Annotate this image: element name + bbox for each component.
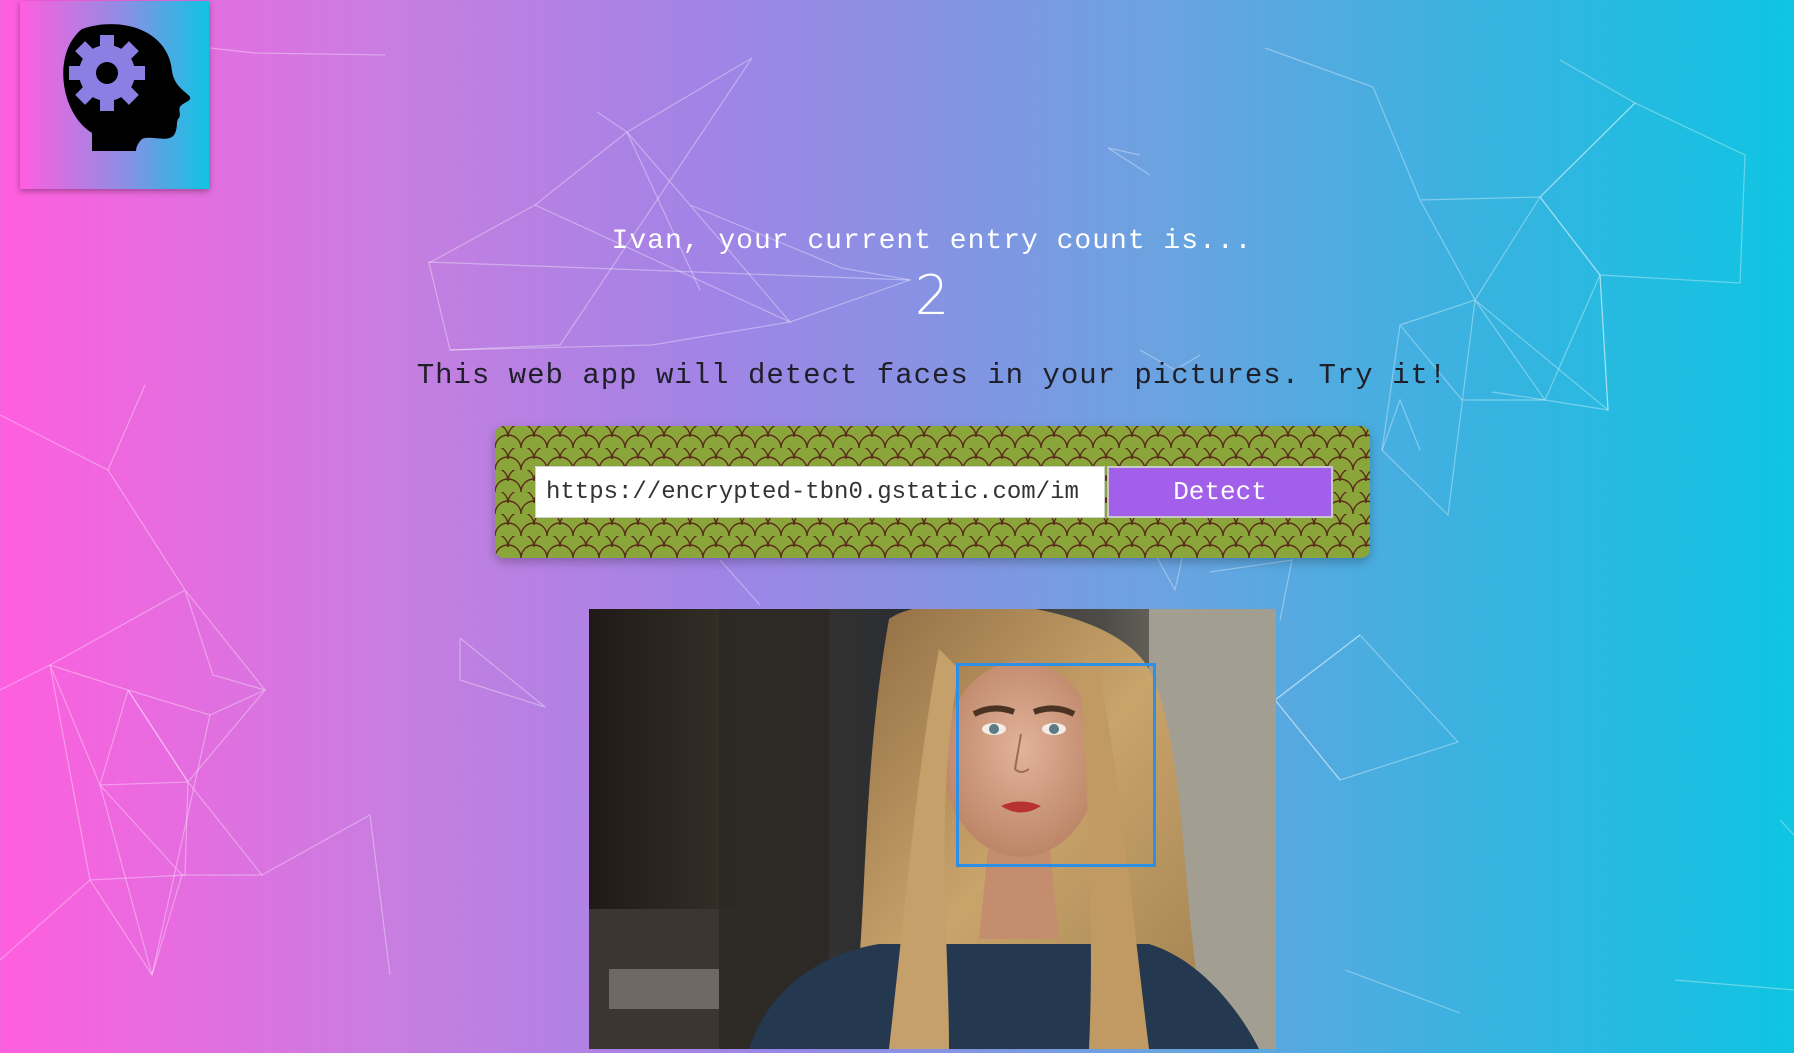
result-image: [589, 609, 1276, 1049]
app-description: This web app will detect faces in your p…: [416, 359, 1448, 392]
image-url-form: Detect: [495, 426, 1370, 558]
detect-button[interactable]: Detect: [1107, 466, 1333, 518]
logo[interactable]: [20, 1, 209, 189]
entry-count-greeting: Ivan, your current entry count is...: [611, 226, 1253, 257]
entry-count-value: 2: [914, 264, 950, 327]
head-gear-icon: [63, 24, 191, 151]
face-bounding-box: [956, 663, 1156, 867]
detected-face-photo: [589, 609, 1276, 1049]
image-url-input[interactable]: [535, 466, 1105, 518]
